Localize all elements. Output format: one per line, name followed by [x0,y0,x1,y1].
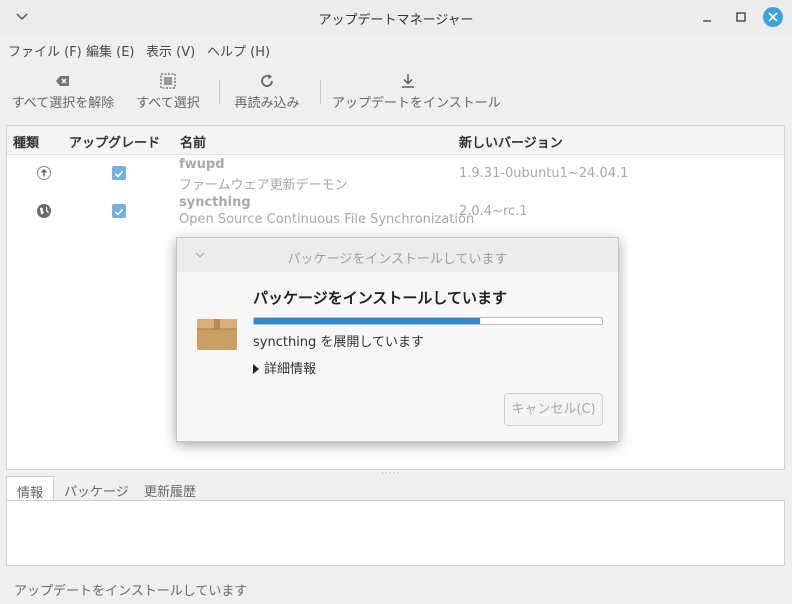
info-panel [6,500,785,566]
column-type[interactable]: 種類 [13,132,39,151]
deselect-all-label: すべて選択を解除 [11,96,115,111]
install-updates-label: アップデートをインストール [332,96,501,111]
deselect-all-button[interactable]: すべて選択を解除 [8,66,118,114]
tab-packages-label: パッケージ [64,485,129,500]
status-text: アップデートをインストールしています [14,584,248,599]
column-name[interactable]: 名前 [180,132,206,151]
select-all-label: すべて選択 [136,96,200,111]
install-progress-bar [253,317,603,325]
progress-status: syncthing を展開しています [253,335,425,350]
maximize-icon[interactable] [732,8,750,26]
package-description: ファームウェア更新デーモン [179,178,348,193]
update-manager-window: アップデートマネージャー ファイル (F) 編集 (E) 表示 (V) ヘルプ … [0,0,792,604]
package-version: 1.9.31-0ubuntu1~24.04.1 [459,166,629,181]
close-icon[interactable] [763,7,783,27]
toolbar-separator [219,80,220,104]
package-update-icon [37,166,51,180]
column-new-version[interactable]: 新しいバージョン [459,132,563,151]
install-updates-button[interactable]: アップデートをインストール [332,66,501,114]
upgrade-checkbox[interactable] [112,204,126,218]
package-box-icon [197,319,237,350]
refresh-label: 再読み込み [234,96,300,111]
cancel-button[interactable]: キャンセル(C) [504,393,603,426]
select-all-button[interactable]: すべて選択 [132,66,204,114]
tab-info-label: 情報 [17,486,44,501]
tab-info[interactable]: 情報 [6,476,54,501]
menu-edit[interactable]: 編集 (E) [86,41,135,60]
menu-help[interactable]: ヘルプ (H) [207,41,270,60]
dialog-title-bar: パッケージをインストールしています [177,238,618,272]
window-title: アップデートマネージャー [318,13,474,28]
refresh-button[interactable]: 再読み込み [231,66,303,114]
dialog-title: パッケージをインストールしています [287,252,508,267]
details-label: 詳細情報 [264,362,317,377]
list-header: 種類 アップグレード 名前 新しいバージョン [7,126,784,155]
tab-packages[interactable]: パッケージ [56,476,132,500]
progress-fill [254,318,481,324]
tab-history[interactable]: 更新履歴 [136,476,204,500]
table-row[interactable]: syncthing Open Source Continuous File Sy… [7,193,784,230]
clear-selection-icon [56,76,69,86]
install-progress-dialog: パッケージをインストールしています パッケージをインストールしています sync… [176,237,619,442]
expand-arrow-icon [253,364,259,374]
dialog-heading: パッケージをインストールしています [253,289,507,307]
menu-bar: ファイル (F) 編集 (E) 表示 (V) ヘルプ (H) [0,38,792,60]
menu-file[interactable]: ファイル (F) [8,41,82,60]
detail-tabs: 情報 パッケージ 更新履歴 [6,476,783,501]
refresh-icon [261,74,273,87]
package-name: syncthing [179,195,251,210]
globe-icon [37,204,51,218]
menu-view[interactable]: 表示 (V) [146,41,195,60]
minimize-icon[interactable] [698,8,716,26]
column-upgrade[interactable]: アップグレード [69,132,160,151]
download-icon [402,74,414,88]
select-all-icon [160,73,176,89]
upgrade-checkbox[interactable] [112,166,126,180]
tab-history-label: 更新履歴 [144,485,197,500]
title-bar: アップデートマネージャー [0,0,792,34]
package-description: Open Source Continuous File Synchronizat… [179,212,475,227]
table-row[interactable]: fwupd ファームウェア更新デーモン 1.9.31-0ubuntu1~24.0… [7,155,784,193]
package-name: fwupd [179,157,225,172]
toolbar: すべて選択を解除 すべて選択 再読み込み アップデートをインストール [0,66,792,116]
details-expander[interactable]: 詳細情報 [253,358,316,377]
toolbar-separator [320,80,321,104]
package-version: 2.0.4~rc.1 [459,204,528,219]
